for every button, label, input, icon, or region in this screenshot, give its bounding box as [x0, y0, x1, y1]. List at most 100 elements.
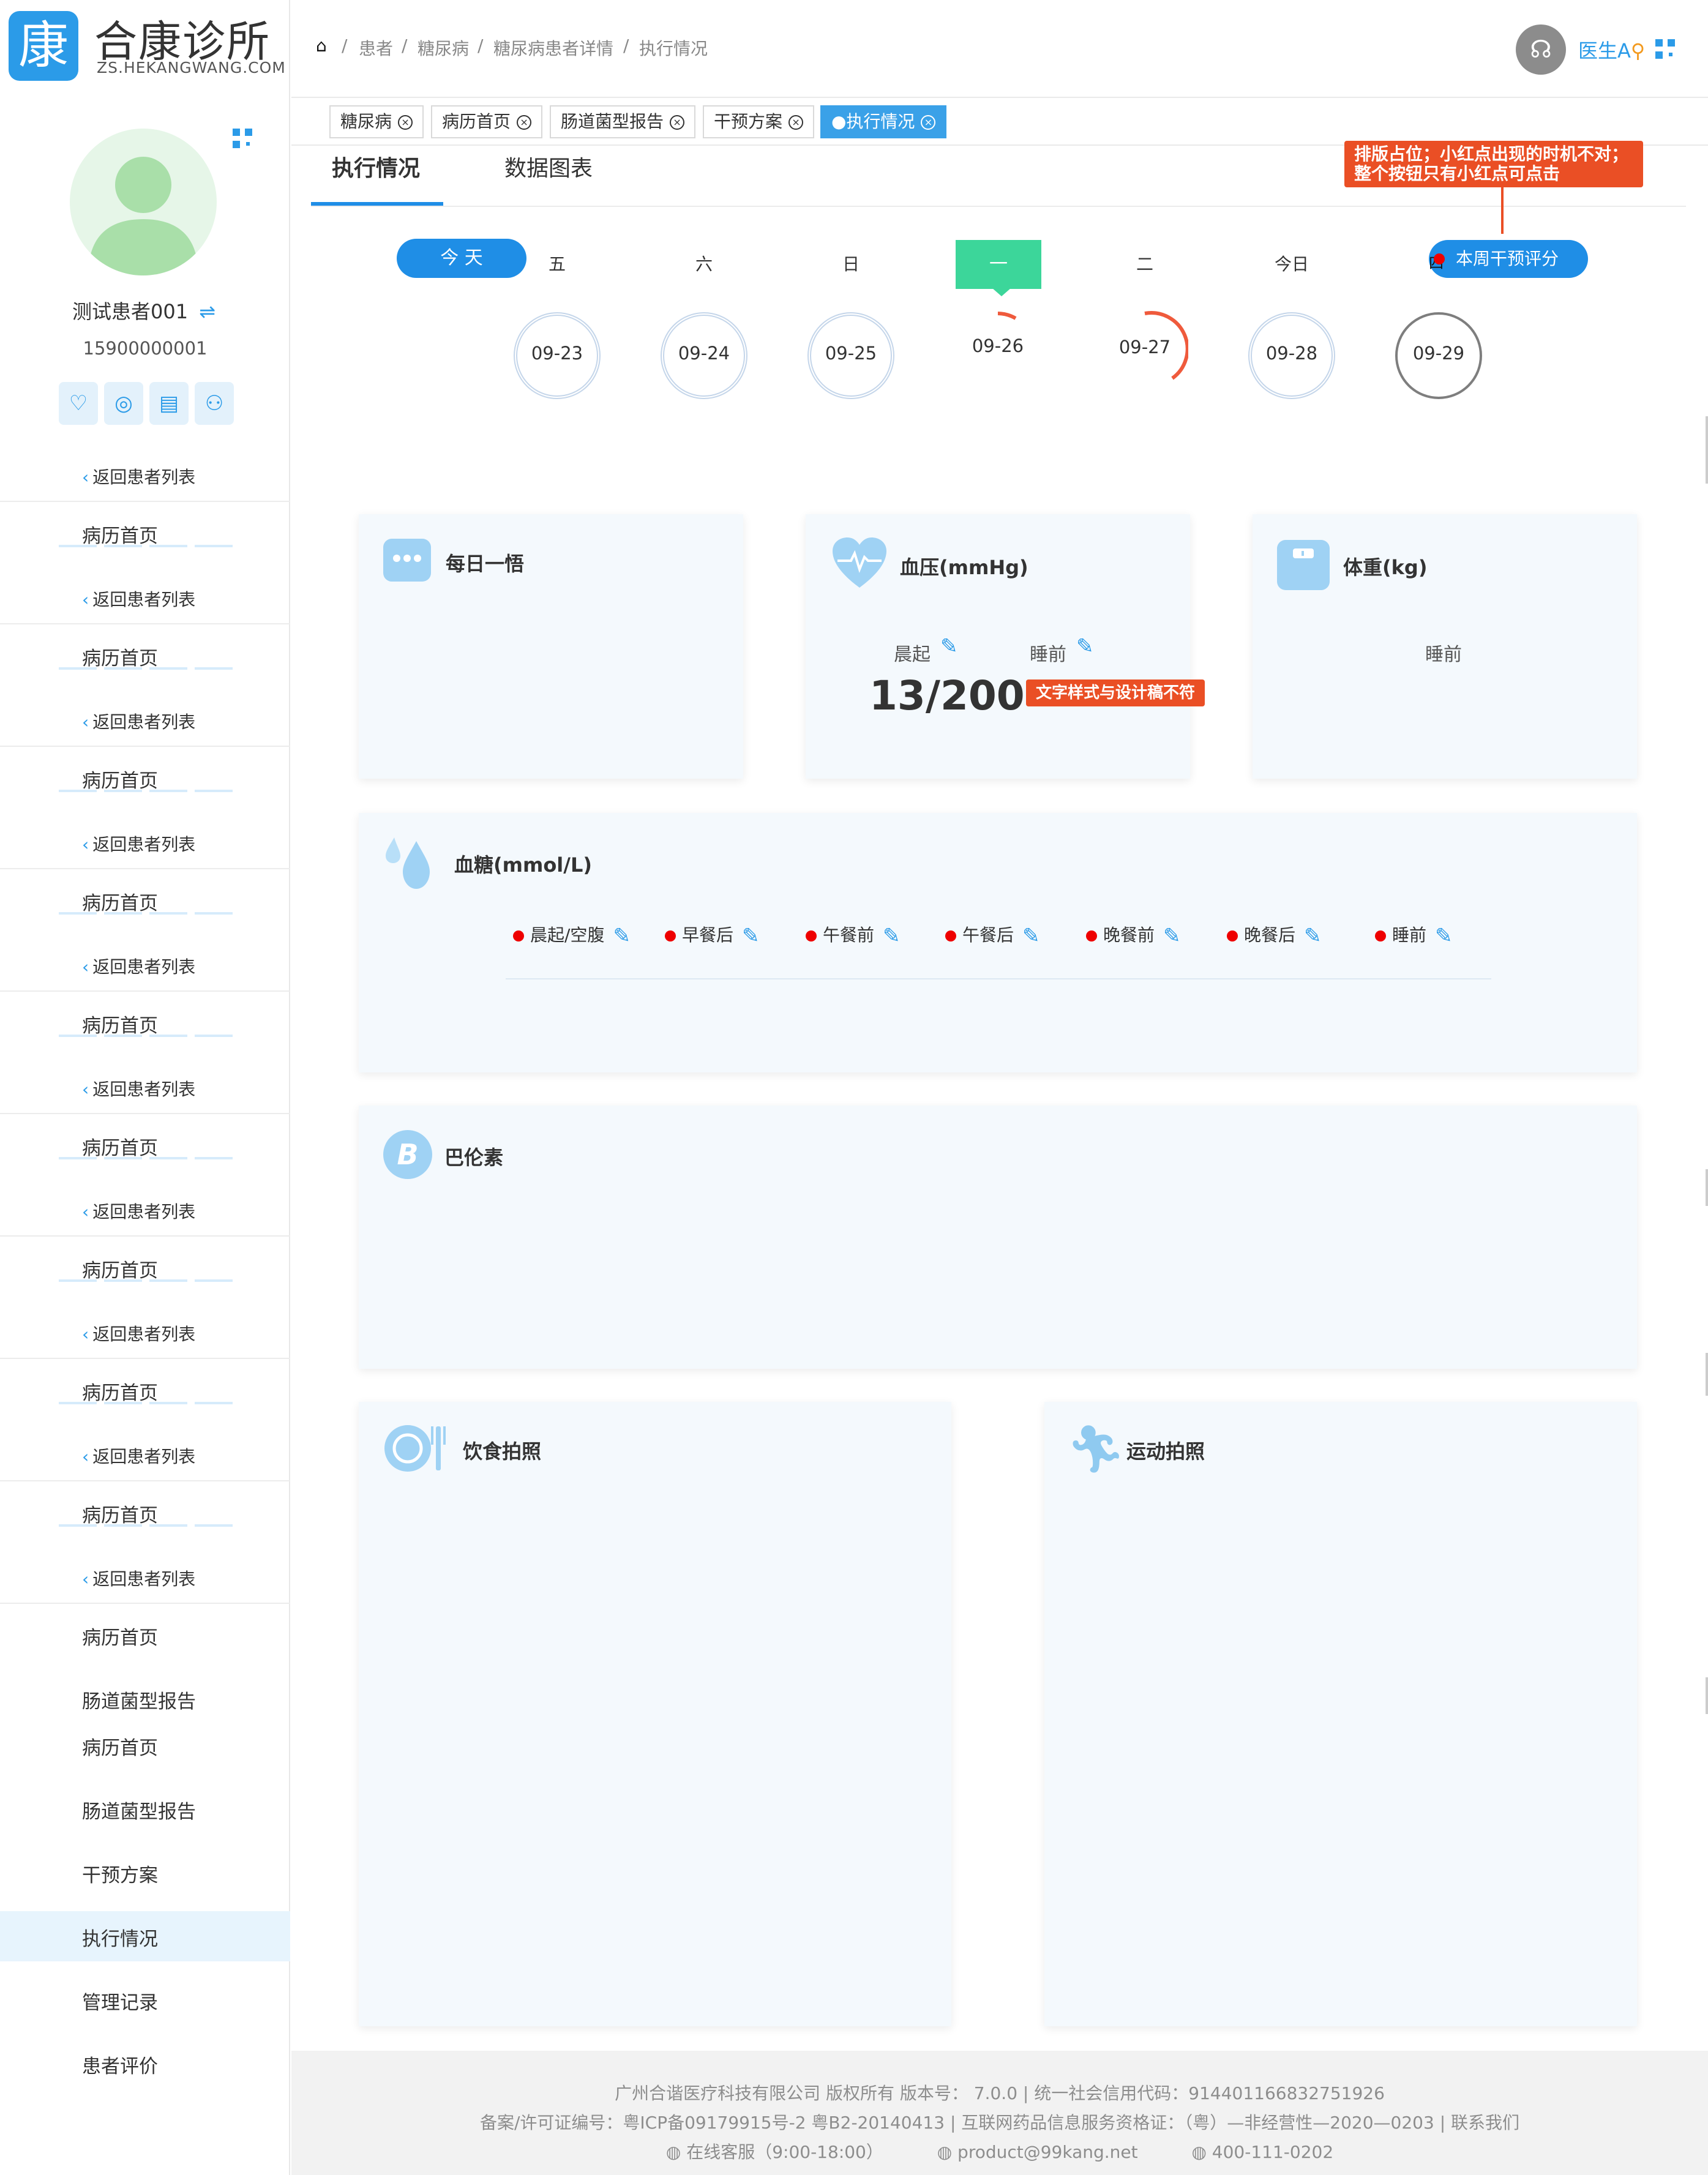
back-to-list-link[interactable]: ‹ 返回患者列表	[82, 1566, 195, 1590]
footer-email[interactable]: product@99kang.net	[957, 2142, 1138, 2162]
edit-icon[interactable]: ✎	[1435, 924, 1453, 948]
back-to-list-link[interactable]: ‹ 返回患者列表	[82, 1199, 195, 1223]
scrollbar-thumb[interactable]	[1706, 416, 1708, 484]
footer-license[interactable]: 备案/许可证编号：粤ICP备09179915号-2 粤B2-20140413 |…	[291, 2109, 1708, 2134]
tabs-divider	[311, 206, 1686, 207]
sidebar-item-home[interactable]: 病历首页	[82, 643, 158, 670]
edit-icon[interactable]: ✎	[883, 924, 901, 948]
tab-execution[interactable]: 执行情况	[332, 151, 420, 182]
sidebar-item-home[interactable]: 病历首页	[82, 1255, 158, 1282]
tab-data-chart[interactable]: 数据图表	[504, 151, 593, 182]
tag-label: ●执行情况	[831, 111, 915, 132]
sugar-item[interactable]: 晨起/空腹 ✎	[513, 922, 631, 948]
close-icon[interactable]: ×	[398, 115, 413, 130]
edit-icon[interactable]: ✎	[1022, 924, 1040, 948]
location-icon: ⚲	[1630, 39, 1646, 62]
sugar-item[interactable]: 午餐前 ✎	[806, 922, 901, 948]
back-to-list-link[interactable]: ‹ 返回患者列表	[82, 1321, 195, 1346]
breadcrumb-item[interactable]: 糖尿病患者详情	[493, 36, 613, 60]
edit-icon[interactable]: ✎	[940, 634, 958, 659]
selected-weekday[interactable]: 一	[956, 240, 1041, 289]
tag-home[interactable]: 病历首页 ×	[431, 105, 543, 138]
sidebar-item-home[interactable]: 病历首页	[82, 765, 158, 793]
sidebar-item-home[interactable]: 病历首页	[82, 1500, 158, 1527]
doctor-icon[interactable]: ⚇	[195, 382, 234, 425]
sidebar-item-home[interactable]: 病历首页	[82, 1732, 158, 1760]
sugar-item[interactable]: 睡前 ✎	[1375, 922, 1453, 948]
annotation-note: 排版占位；小红点出现的时机不对； 整个按钮只有小红点可点击	[1344, 141, 1643, 187]
scrollbar-thumb[interactable]	[1706, 1169, 1708, 1206]
divider	[0, 1235, 290, 1237]
edit-icon[interactable]: ✎	[742, 924, 760, 948]
health-icon[interactable]: ♡	[59, 382, 98, 425]
sidebar-item-evaluation[interactable]: 患者评价	[82, 2051, 158, 2078]
card-title: 运动拍照	[1126, 1440, 1205, 1463]
weekly-score-button[interactable]: 本周干预评分	[1429, 240, 1588, 278]
chat-icon[interactable]: ◎	[104, 382, 143, 425]
back-to-list-link[interactable]: ‹ 返回患者列表	[82, 831, 195, 856]
placeholder-bar	[59, 1279, 236, 1282]
sidebar-item-gut-report[interactable]: 肠道菌型报告	[82, 1796, 196, 1824]
qr-code-icon[interactable]	[1655, 39, 1675, 59]
sidebar-item-home[interactable]: 病历首页	[82, 1622, 158, 1650]
scrollbar-thumb[interactable]	[1706, 1677, 1708, 1714]
back-to-list-link[interactable]: ‹ 返回患者列表	[82, 586, 195, 611]
sidebar-item-home[interactable]: 病历首页	[82, 520, 158, 548]
today-button[interactable]: 今 天	[397, 239, 526, 278]
weekday-label: 六	[695, 254, 713, 274]
sidebar-item-records[interactable]: 管理记录	[82, 1987, 158, 2015]
report-icon[interactable]: ▤	[149, 382, 189, 425]
user-name[interactable]: 医生A⚲	[1578, 36, 1645, 64]
sugar-item-label: 午餐前	[823, 925, 875, 945]
chevron-left-icon: ‹	[82, 1447, 89, 1467]
footer-phone[interactable]: 400-111-0202	[1212, 2142, 1333, 2162]
breadcrumb-sep: /	[402, 36, 408, 56]
back-to-list-link[interactable]: ‹ 返回患者列表	[82, 1076, 195, 1101]
tag-diabetes[interactable]: 糖尿病 ×	[329, 105, 424, 138]
back-to-list-link[interactable]: ‹ 返回患者列表	[82, 464, 195, 489]
sidebar-item-home[interactable]: 病历首页	[82, 1132, 158, 1160]
edit-icon[interactable]: ✎	[613, 924, 631, 948]
service-icon: ◍	[665, 2142, 687, 2162]
edit-icon[interactable]: ✎	[1163, 924, 1181, 948]
footer-service[interactable]: 在线客服（9:00-18:00）	[686, 2142, 883, 2162]
patient-phone: 15900000001	[83, 338, 208, 359]
sidebar-item-home[interactable]: 病历首页	[82, 888, 158, 915]
sugar-item[interactable]: 晚餐后 ✎	[1227, 922, 1322, 948]
breadcrumb-item[interactable]: 糖尿病	[418, 36, 469, 60]
sidebar-item-home[interactable]: 病历首页	[82, 1010, 158, 1038]
back-to-list-link[interactable]: ‹ 返回患者列表	[82, 954, 195, 978]
tag-gut-report[interactable]: 肠道菌型报告 ×	[550, 105, 696, 138]
tag-intervention[interactable]: 干预方案 ×	[703, 105, 815, 138]
bp-night-label: 睡前	[1030, 644, 1066, 665]
weekday-label: 二	[1136, 254, 1153, 274]
red-dot-badge[interactable]	[1434, 253, 1445, 264]
card-title: 每日一悟	[446, 552, 525, 575]
close-icon[interactable]: ×	[788, 115, 804, 130]
close-icon[interactable]: ×	[921, 115, 936, 130]
sugar-item[interactable]: 午餐后 ✎	[945, 922, 1040, 948]
sugar-item[interactable]: 早餐后 ✎	[665, 922, 760, 948]
sugar-item[interactable]: 晚餐前 ✎	[1086, 922, 1181, 948]
red-dot	[806, 930, 817, 942]
bp-morning-label: 晨起	[894, 644, 931, 665]
headset-avatar-icon[interactable]: ☊	[1516, 24, 1566, 75]
sidebar-item-home[interactable]: 病历首页	[82, 1377, 158, 1405]
breadcrumb-item[interactable]: 患者	[359, 36, 393, 60]
breadcrumb-sep: /	[623, 36, 629, 56]
edit-icon[interactable]: ✎	[1304, 924, 1322, 948]
close-icon[interactable]: ×	[670, 115, 685, 130]
sidebar-item-gut-report[interactable]: 肠道菌型报告	[82, 1686, 196, 1713]
scrollbar-thumb[interactable]	[1706, 1353, 1708, 1396]
close-icon[interactable]: ×	[517, 115, 532, 130]
back-to-list-link[interactable]: ‹ 返回患者列表	[82, 1443, 195, 1468]
qr-code-icon[interactable]	[233, 129, 252, 148]
back-to-list-link[interactable]: ‹ 返回患者列表	[82, 709, 195, 733]
sidebar-item-execution[interactable]: 执行情况	[82, 1923, 158, 1951]
edit-icon[interactable]: ✎	[1076, 634, 1094, 659]
home-icon[interactable]: ⌂	[316, 36, 327, 56]
tag-execution[interactable]: ●执行情况 ×	[820, 105, 947, 138]
switch-patient-icon[interactable]: ⇌	[199, 300, 215, 323]
heart-pulse-icon	[830, 536, 889, 594]
sidebar-item-intervention[interactable]: 干预方案	[82, 1860, 158, 1887]
